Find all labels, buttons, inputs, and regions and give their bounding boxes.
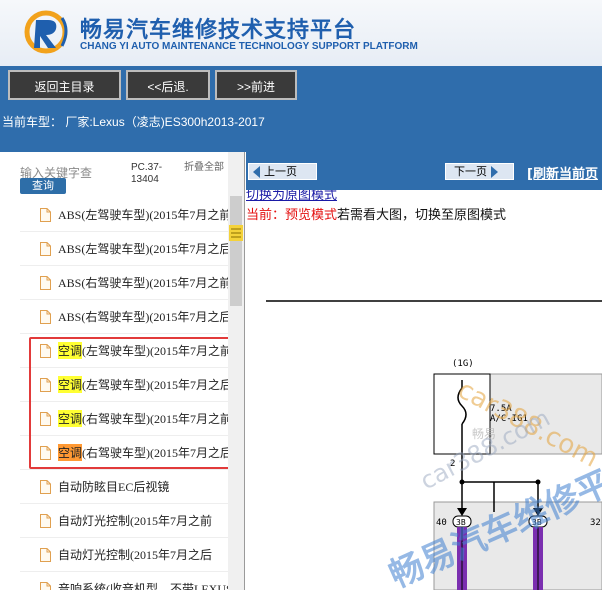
current-mode-line: 当前：预览模式若需看大图，切换至原图模式 [246, 204, 506, 223]
prev-page-button[interactable]: 上一页 [248, 163, 317, 180]
document-icon [40, 207, 51, 222]
tree-item-label: 自动灯光控制(2015年7月之前 [58, 514, 212, 528]
current-mode-label: 当前：预览模式 [246, 208, 338, 223]
tree-item-label: 自动灯光控制(2015年7月之后 [58, 548, 212, 562]
tree-item[interactable]: ABS(左驾驶车型)(2015年7月之后 [40, 232, 230, 265]
watermark-small: 畅易 [472, 427, 496, 441]
next-page-button[interactable]: 下一页 [445, 163, 514, 180]
tree-item-label: ABS(左驾驶车型)(2015年7月之前 [58, 208, 230, 222]
document-icon [40, 513, 51, 528]
document-viewer: 7.5A A/C-IG1 (1G) 2 3B 3B 40 32 car388.c… [246, 190, 602, 590]
app-header: 畅易汽车维修技术支持平台 CHANG YI AUTO MAINTENANCE T… [0, 0, 602, 66]
refresh-page-link[interactable]: [刷新当前页 [527, 163, 598, 182]
tree-item[interactable]: 自动灯光控制(2015年7月之前 [40, 504, 230, 537]
document-icon [40, 241, 51, 256]
tree-item[interactable]: ABS(右驾驶车型)(2015年7月之前 [40, 266, 230, 299]
prev-page-label: 上一页 [264, 166, 297, 178]
pc-code-label: PC.37-13404 [131, 162, 163, 185]
tree-item[interactable]: 自动防眩目EC后视镜 [40, 470, 230, 503]
search-button[interactable]: 查询 [20, 178, 66, 194]
back-button[interactable]: <<后退. [126, 70, 210, 100]
next-page-label: 下一页 [454, 166, 487, 178]
tree-item[interactable]: ABS(右驾驶车型)(2015年7月之后 [40, 300, 230, 333]
document-icon [40, 309, 51, 324]
tree-item-label: ABS(右驾驶车型)(2015年7月之后 [58, 310, 230, 324]
tree-item[interactable]: 自动灯光控制(2015年7月之后 [40, 538, 230, 571]
forward-button[interactable]: >>前进 [215, 70, 297, 100]
brand-subtitle: CHANG YI AUTO MAINTENANCE TECHNOLOGY SUP… [80, 41, 418, 52]
wiring-diagram: 7.5A A/C-IG1 (1G) 2 3B 3B 40 32 car388.c… [266, 300, 602, 590]
switch-original-mode-link[interactable]: 切换为原图模式 [246, 190, 337, 203]
current-car-bar: 当前车型： 厂家:Lexus（凌志)ES300h2013-2017 [0, 106, 602, 152]
tree-item-label: 音响系统(收音机型，不带LEXUS [58, 582, 230, 590]
document-icon [40, 275, 51, 290]
sidebar-scroll-thumb[interactable] [230, 196, 242, 306]
fold-all-button[interactable]: 折叠全部 [184, 162, 224, 174]
current-car-label: 当前车型： 厂家:Lexus（凌志)ES300h2013-2017 [2, 115, 265, 129]
document-icon [40, 479, 51, 494]
prev-arrow-icon [253, 166, 260, 178]
mode-hint-label: 若需看大图，切换至原图模式 [337, 208, 507, 223]
next-arrow-icon [491, 166, 498, 178]
tree-item[interactable]: ABS(左驾驶车型)(2015年7月之前 [40, 198, 230, 231]
tree-item-label: 自动防眩目EC后视镜 [58, 480, 170, 494]
nav-bar: 返回主目录 <<后退. >>前进 [0, 66, 602, 106]
connector-id-label: (1G) [452, 359, 474, 369]
brand-title: 畅易汽车维修技术支持平台 [80, 18, 357, 43]
splitter-handle-icon[interactable] [229, 225, 243, 241]
viewer-toolbar: 上一页 下一页 [刷新当前页 [246, 152, 602, 190]
pin-left-label: 40 [436, 518, 447, 528]
brand-logo-icon [24, 10, 68, 54]
tree-item[interactable]: 音响系统(收音机型，不带LEXUS [40, 572, 230, 590]
tree-item-label: ABS(左驾驶车型)(2015年7月之后 [58, 242, 230, 256]
back-to-main-button[interactable]: 返回主目录 [8, 70, 121, 100]
document-icon [40, 547, 51, 562]
tree-item-label: ABS(右驾驶车型)(2015年7月之前 [58, 276, 230, 290]
pin-right-label: 32 [590, 518, 601, 528]
document-icon [40, 581, 51, 590]
highlight-annotation-box [29, 337, 242, 469]
